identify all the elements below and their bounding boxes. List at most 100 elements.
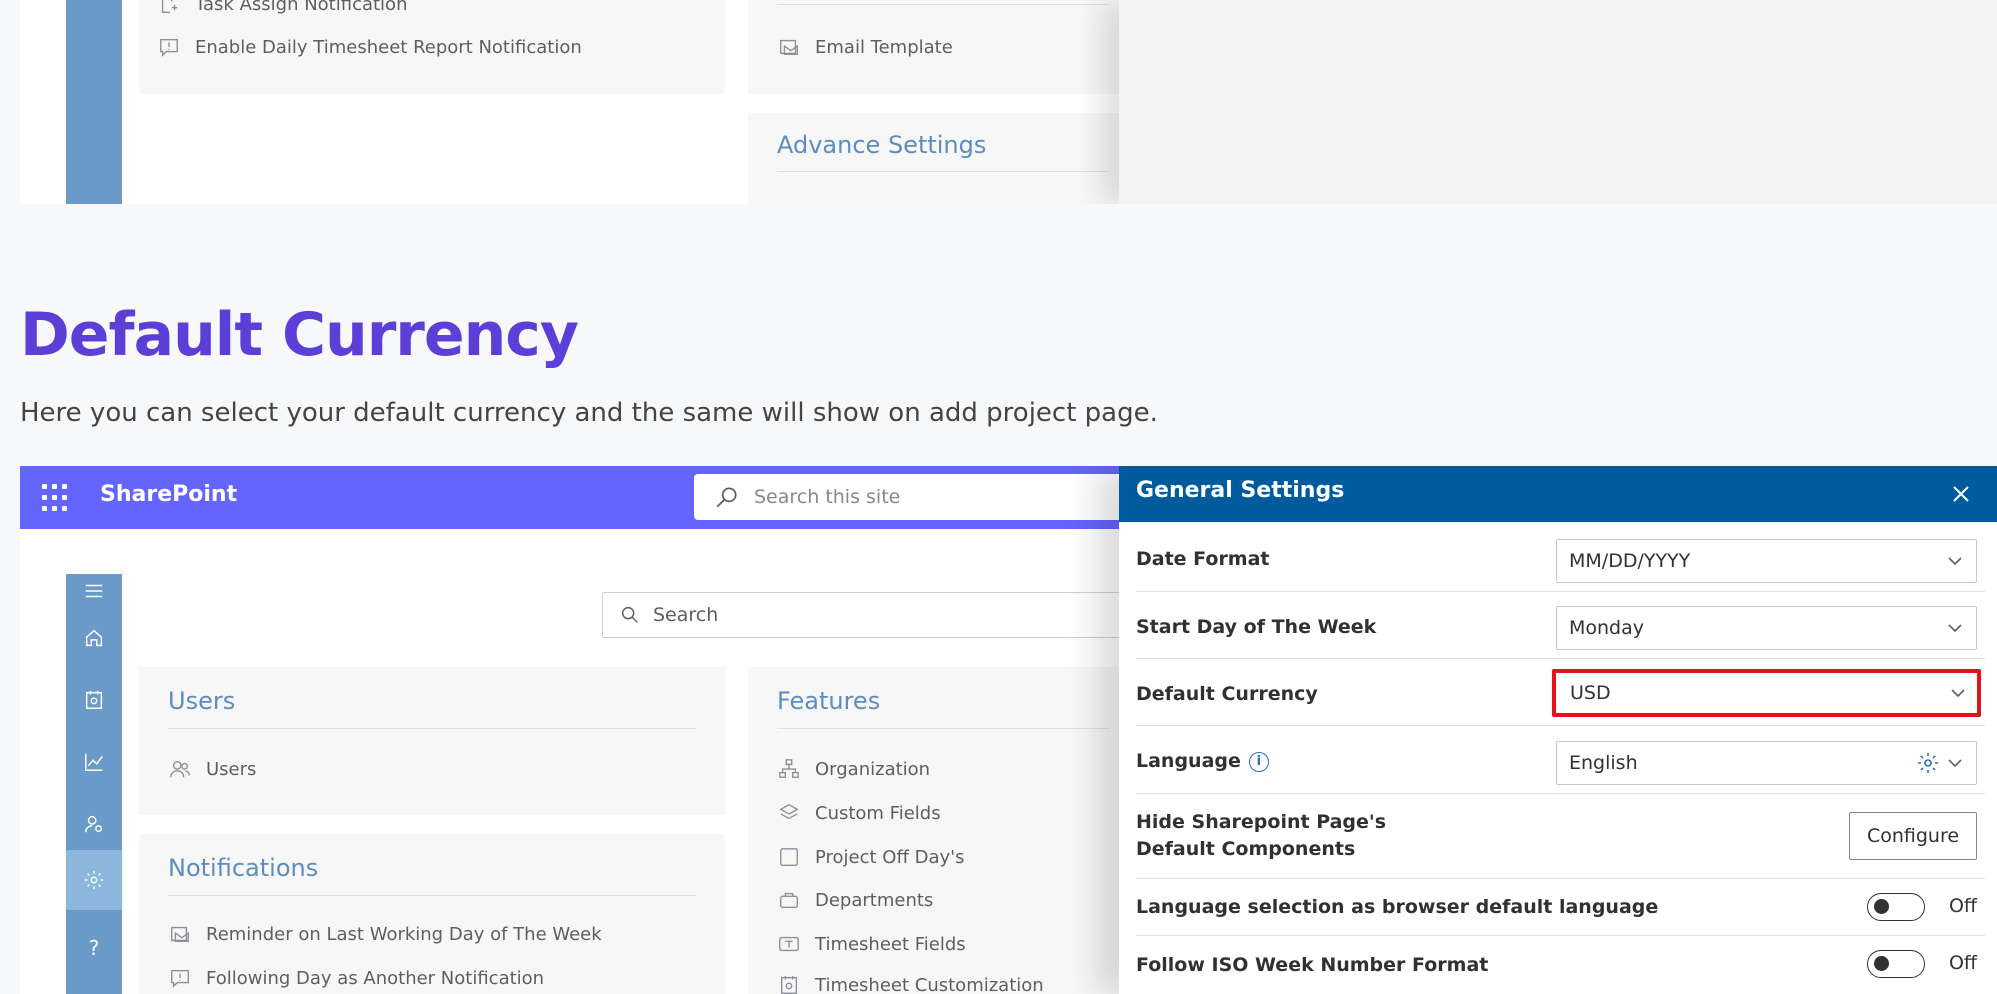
top-screenshot: Task Assign Notification Enable Daily Ti…	[20, 0, 1997, 204]
list-item[interactable]: Email Template	[777, 35, 953, 59]
panel-header: General Settings	[1119, 466, 1997, 522]
nav-help[interactable]: ?	[66, 920, 122, 976]
left-nav-rail: ?	[66, 574, 122, 994]
list-item[interactable]: Departments	[777, 888, 933, 912]
date-format-dropdown[interactable]: MM/DD/YYYY	[1556, 539, 1977, 583]
info-icon[interactable]: i	[1248, 751, 1269, 772]
list-item[interactable]: Project Off Day's	[777, 845, 964, 869]
page-description: Here you can select your default currenc…	[20, 398, 1158, 428]
list-item[interactable]: Reminder on Last Working Day of The Week	[168, 922, 602, 946]
start-day-dropdown[interactable]: Monday	[1556, 606, 1977, 650]
menu-icon	[85, 584, 103, 598]
language-label-text: Language	[1136, 750, 1241, 772]
site-search-box[interactable]	[694, 474, 1134, 520]
setting-label: Default Currency	[1136, 683, 1318, 705]
email-template-icon	[168, 922, 192, 946]
nav-reports[interactable]	[66, 734, 122, 790]
menu-button[interactable]	[66, 574, 122, 608]
list-item-label: Custom Fields	[815, 802, 941, 824]
advance-settings-card: Advance Settings	[748, 113, 1138, 204]
app-launcher-icon[interactable]	[42, 484, 70, 512]
home-icon	[85, 629, 103, 647]
divider	[168, 728, 696, 729]
list-item[interactable]: Timesheet Customization	[777, 973, 1044, 994]
nav-user-settings[interactable]	[66, 796, 122, 852]
toggle-knob	[1874, 899, 1889, 914]
org-chart-icon	[777, 757, 801, 781]
chevron-down-icon	[1946, 619, 1964, 637]
browser-language-toggle[interactable]	[1867, 893, 1925, 921]
setting-label: Language i	[1136, 750, 1269, 772]
app-search-input[interactable]	[653, 604, 953, 626]
square-icon	[777, 845, 801, 869]
search-icon	[716, 487, 737, 508]
iso-week-toggle[interactable]	[1867, 950, 1925, 978]
user-settings-icon	[85, 815, 103, 833]
users-icon	[168, 757, 192, 781]
general-settings-panel: General Settings Date Format MM/DD/YYYY …	[1119, 466, 1997, 994]
list-item-label: Project Off Day's	[815, 846, 965, 868]
alert-message-icon	[168, 966, 192, 990]
nav-home[interactable]	[66, 610, 122, 666]
list-item-label: Timesheet Fields	[815, 933, 966, 955]
language-dropdown[interactable]: English	[1556, 741, 1977, 785]
list-item[interactable]: Custom Fields	[777, 801, 941, 825]
alert-message-icon	[157, 35, 181, 59]
page-title: Default Currency	[20, 300, 579, 370]
list-item[interactable]: Following Day as Another Notification	[168, 966, 544, 990]
sharepoint-app-name[interactable]: SharePoint	[100, 482, 237, 507]
list-item-label: Users	[206, 758, 257, 780]
chevron-down-icon	[1946, 754, 1964, 772]
configure-button[interactable]: Configure	[1849, 812, 1977, 860]
briefcase-icon	[777, 888, 801, 912]
timesheet-icon	[85, 690, 103, 709]
list-item-label: Task Assign Notification	[195, 0, 408, 15]
settings-panel-shadow	[1119, 0, 1997, 204]
app-screenshot: SharePoint ? U	[20, 466, 1997, 994]
site-search-input[interactable]	[754, 486, 1054, 508]
list-item-label: Enable Daily Timesheet Report Notificati…	[195, 36, 582, 58]
notifications-card-partial: Task Assign Notification Enable Daily Ti…	[139, 0, 725, 94]
setting-label: Follow ISO Week Number Format	[1136, 954, 1489, 976]
task-assign-icon	[157, 0, 181, 16]
panel-title: General Settings	[1136, 478, 1345, 503]
setting-label: Hide Sharepoint Page's Default Component…	[1136, 811, 1387, 860]
list-item[interactable]: Users	[168, 757, 256, 781]
features-card: Features Organization Custom Fields Proj…	[748, 667, 1138, 994]
users-card: Users Users	[139, 667, 725, 815]
divider	[168, 895, 696, 896]
list-item-label: Departments	[815, 889, 934, 911]
dropdown-value: Monday	[1569, 617, 1645, 639]
nav-timesheet[interactable]	[66, 672, 122, 728]
notifications-card: Notifications Reminder on Last Working D…	[139, 834, 725, 994]
list-item[interactable]: Task Assign Notification	[157, 0, 407, 16]
chevron-down-icon	[1946, 552, 1964, 570]
setting-row-browser-language: Language selection as browser default la…	[1136, 879, 1985, 936]
left-nav-rail	[66, 0, 122, 204]
toggle-state: Off	[1948, 895, 1977, 917]
setting-row-start-day: Start Day of The Week Monday	[1136, 592, 1985, 659]
app-search-box[interactable]	[602, 592, 1122, 638]
close-button[interactable]	[1947, 480, 1975, 508]
setting-row-iso-week: Follow ISO Week Number Format Off	[1136, 936, 1985, 994]
text-field-icon	[777, 932, 801, 956]
list-item[interactable]: Enable Daily Timesheet Report Notificati…	[157, 35, 582, 59]
default-currency-dropdown[interactable]: USD	[1552, 669, 1981, 717]
setting-label: Language selection as browser default la…	[1136, 896, 1659, 918]
card-title: Users	[168, 687, 236, 715]
setting-row-language: Language i English	[1136, 726, 1985, 794]
dropdown-value: English	[1569, 752, 1638, 774]
features-card-partial: Email Template	[748, 0, 1138, 94]
list-item[interactable]: Organization	[777, 757, 930, 781]
list-item-label: Following Day as Another Notification	[206, 967, 545, 989]
card-title: Notifications	[168, 854, 319, 882]
timesheet-icon	[777, 973, 801, 994]
gear-icon[interactable]	[1916, 751, 1940, 775]
setting-label: Start Day of The Week	[1136, 616, 1377, 638]
list-item[interactable]: Timesheet Fields	[777, 932, 966, 956]
card-title: Features	[777, 687, 881, 715]
nav-settings[interactable]	[66, 850, 122, 910]
divider	[777, 4, 1109, 5]
list-item-label: Reminder on Last Working Day of The Week	[206, 923, 602, 945]
setting-row-default-currency: Default Currency USD	[1136, 659, 1985, 726]
